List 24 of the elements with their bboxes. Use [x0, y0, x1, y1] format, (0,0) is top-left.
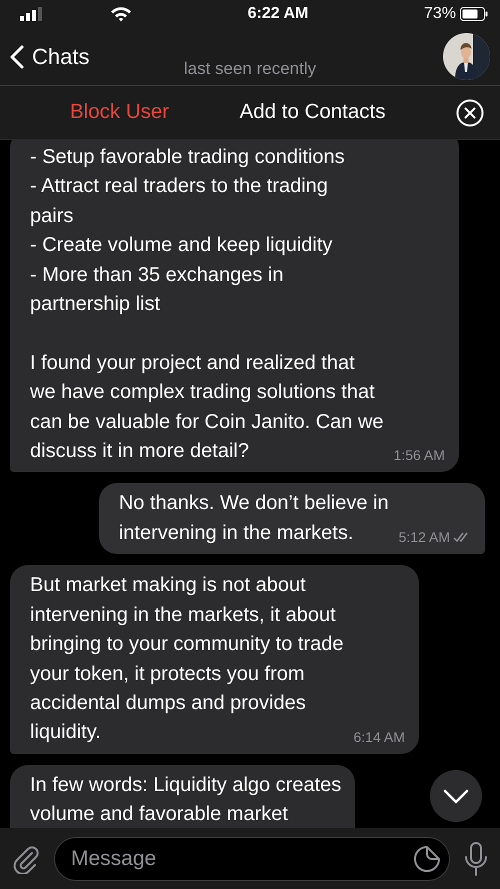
signal-icon — [20, 7, 44, 21]
message-time: 1:56 AM — [394, 446, 445, 464]
clock-time: 6:22 AM — [248, 4, 308, 24]
back-button[interactable]: Chats — [10, 40, 90, 73]
message-field[interactable]: Message — [54, 836, 450, 880]
microphone-button[interactable] — [464, 840, 488, 876]
back-chevron-icon — [10, 44, 24, 68]
battery-icon — [460, 7, 488, 21]
message-text: In few words: Liquidity algo creates volume and favorable market — [30, 772, 342, 828]
wifi-icon — [110, 6, 132, 22]
sticker-icon[interactable] — [413, 844, 441, 872]
last-seen-status: last seen recently — [182, 58, 318, 80]
scroll-down-button[interactable] — [430, 770, 482, 822]
block-user-button[interactable]: Block User — [70, 97, 170, 128]
message-text: But market making is not about intervening in the markets, it about bringing to your community to trade your token, it protects you from accidental dumps and provides liquidity. — [30, 573, 344, 746]
message-time: 5:12 AM — [398, 528, 450, 546]
message-time: 6:14 AM — [354, 728, 405, 746]
battery-percentage: 73% — [424, 4, 456, 24]
message-text: - Setup favorable trading conditions - Attract real traders to the trading pairs - Create volume and keep liquidity - More than 35 exchanges in partnership list I found your project and realized that we have complex trading solutions that can be valuable for Coin Janito. Can we discuss it in more detail? — [30, 145, 384, 464]
close-button[interactable] — [456, 98, 484, 126]
chevron-down-icon — [443, 788, 469, 804]
message-text: No thanks. We don’t believe in intervening in the markets. — [118, 491, 389, 546]
attach-button[interactable] — [12, 844, 40, 874]
add-to-contacts-button[interactable]: Add to Contacts — [240, 97, 386, 128]
